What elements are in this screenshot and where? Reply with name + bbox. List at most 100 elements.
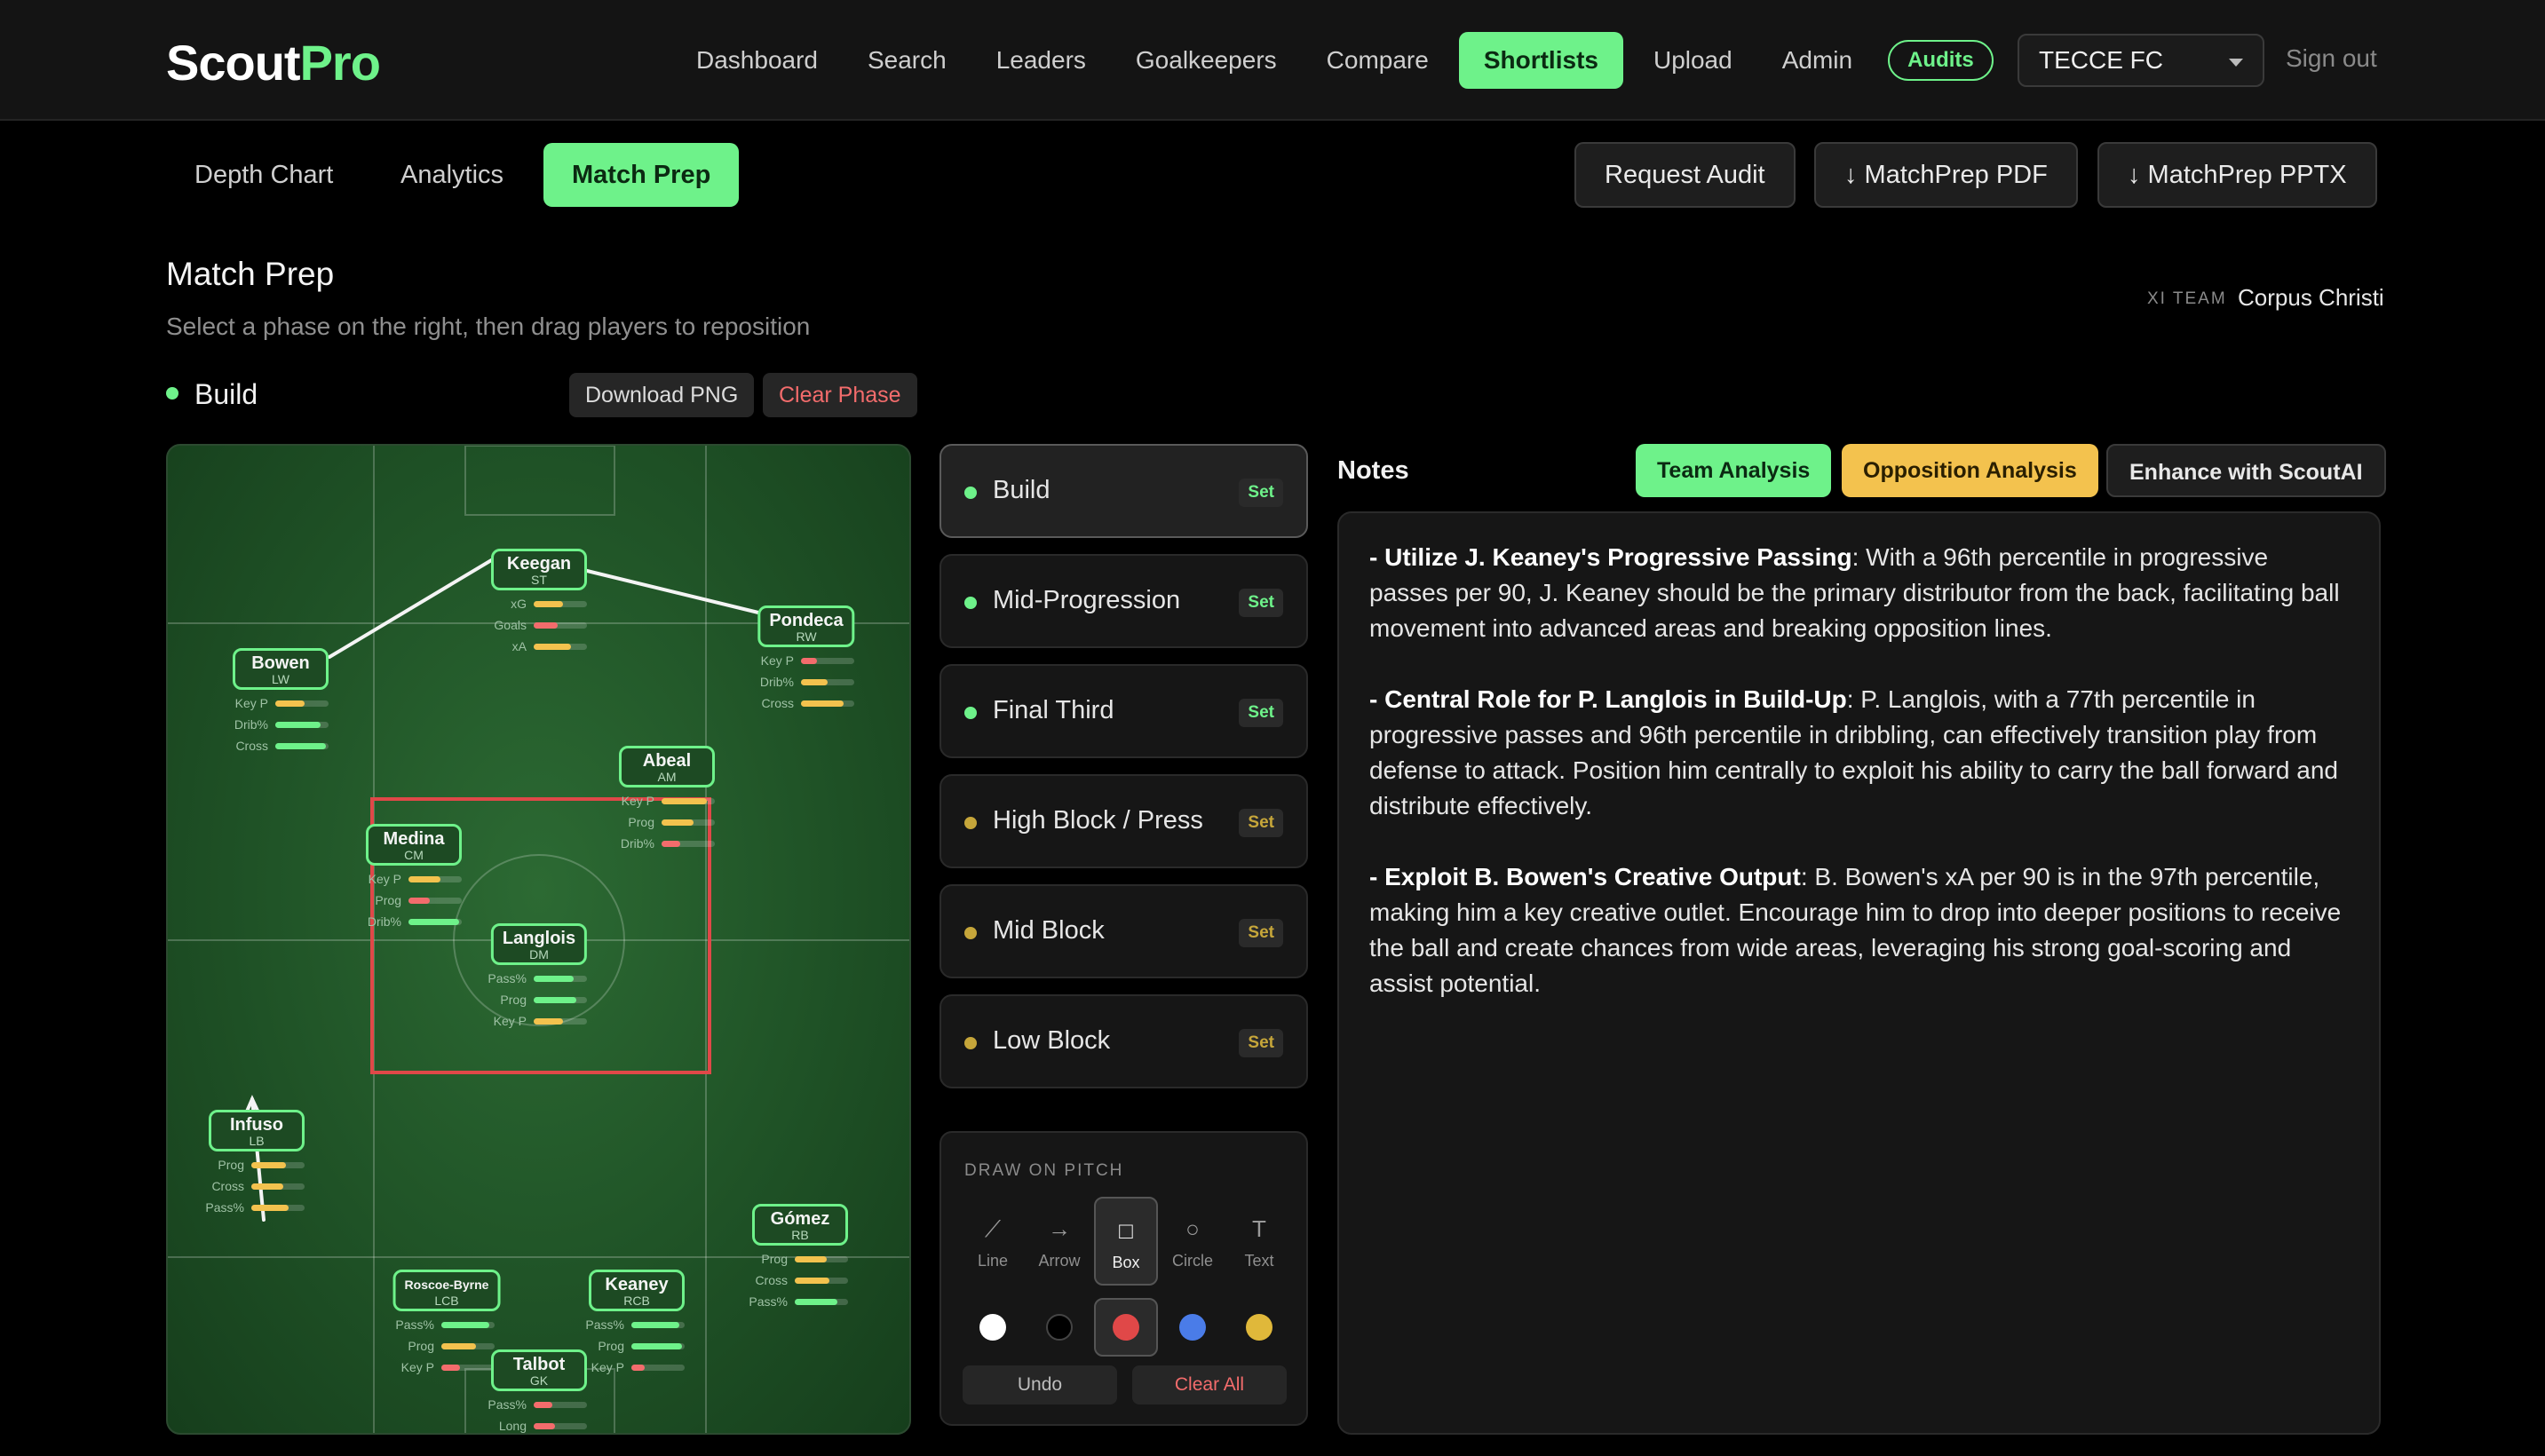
stat-label: Pass% — [488, 971, 527, 985]
player-marker[interactable]: Pondeca RW — [757, 605, 855, 647]
color-swatch[interactable] — [1227, 1298, 1291, 1357]
matchprep-pdf-button[interactable]: ↓ MatchPrep PDF — [1814, 142, 2078, 208]
nav-admin[interactable]: Admin — [1757, 32, 1877, 89]
download-png-button[interactable]: Download PNG — [569, 373, 755, 417]
phase-card-mid-progression[interactable]: Mid-Progression Set — [940, 554, 1308, 648]
tactics-pitch[interactable]: Keegan ST xG Goals xA Pondeca RW Key P Drib% Cros… — [166, 444, 911, 1435]
color-swatch-dot — [1046, 1314, 1073, 1341]
player-marker[interactable]: Langlois DM — [490, 923, 588, 965]
phase-card-build[interactable]: Build Set — [940, 444, 1308, 538]
player-marker[interactable]: Roscoe-Byrne LCB — [392, 1270, 501, 1311]
page-title: Match Prep — [166, 256, 335, 292]
stat-label: Pass% — [395, 1318, 434, 1332]
stat-row: Key P — [744, 650, 868, 671]
stat-row: Cross — [218, 735, 343, 756]
stat-label: Long — [498, 1419, 527, 1433]
stat-row: Key P — [385, 1357, 509, 1378]
team-select[interactable]: TECCE FC — [2018, 34, 2264, 87]
clear-all-button[interactable]: Clear All — [1132, 1365, 1287, 1405]
stat-row: Pass% — [194, 1197, 319, 1218]
nav-leaders[interactable]: Leaders — [971, 32, 1111, 89]
chevron-down-icon — [2229, 59, 2243, 67]
matchprep-pptx-button[interactable]: ↓ MatchPrep PPTX — [2097, 142, 2377, 208]
tab-depth-chart[interactable]: Depth Chart — [166, 143, 361, 207]
player-position: GK — [529, 1373, 549, 1388]
stat-row: Pass% — [385, 1314, 509, 1335]
phase-status-badge: Set — [1239, 479, 1283, 507]
player-name: Gómez — [770, 1209, 830, 1229]
draw-tool-circle[interactable]: ○ Circle — [1161, 1197, 1225, 1286]
draw-tool-line[interactable]: ⟋ Line — [961, 1197, 1025, 1286]
request-audit-button[interactable]: Request Audit — [1574, 142, 1796, 208]
player-name: Langlois — [502, 929, 576, 948]
nav-goalkeepers[interactable]: Goalkeepers — [1111, 32, 1302, 89]
nav-search[interactable]: Search — [843, 32, 971, 89]
stat-row: Long — [477, 1415, 601, 1433]
phase-dot — [964, 817, 977, 829]
player-position: RCB — [623, 1294, 650, 1308]
stat-bar-fill — [251, 1161, 286, 1168]
draw-tool-arrow[interactable]: → Arrow — [1027, 1197, 1091, 1286]
stat-bar-fill — [441, 1321, 489, 1328]
phase-card-low-block[interactable]: Low Block Set — [940, 994, 1308, 1088]
phase-status-badge: Set — [1239, 699, 1283, 727]
nav-upload[interactable]: Upload — [1629, 32, 1757, 89]
stat-bar — [251, 1183, 305, 1190]
player-marker[interactable]: Bowen LW — [233, 648, 329, 690]
player-position: RB — [791, 1228, 809, 1242]
draw-tool-text[interactable]: T Text — [1227, 1197, 1291, 1286]
stat-row: Pass% — [477, 968, 601, 989]
box-icon: □ — [1119, 1217, 1133, 1244]
stat-label: Key P — [234, 696, 268, 710]
player-marker[interactable]: Infuso LB — [209, 1110, 305, 1151]
stat-row: Drib% — [352, 911, 476, 932]
stat-bar-fill — [275, 700, 305, 707]
stat-label: xA — [511, 639, 527, 653]
stat-bar-fill — [275, 742, 326, 749]
player-marker[interactable]: Medina CM — [366, 824, 462, 866]
nav-dashboard[interactable]: Dashboard — [671, 32, 843, 89]
player-stats: Pass% Prog Key P — [385, 1314, 509, 1378]
notes-label: Notes — [1337, 456, 1409, 485]
stat-row: xG — [477, 593, 601, 614]
color-swatch[interactable] — [961, 1298, 1025, 1357]
notes-editor[interactable]: - Utilize J. Keaney's Progressive Passin… — [1337, 511, 2381, 1435]
nav-shortlists[interactable]: Shortlists — [1458, 32, 1623, 89]
player-marker[interactable]: Gómez RB — [752, 1204, 848, 1246]
player-marker[interactable]: Keegan ST — [491, 549, 587, 590]
drawn-line-2 — [582, 568, 760, 614]
draw-panel: DRAW ON PITCH ⟋ Line → Arrow □ Box ○ Circle T Tex… — [940, 1131, 1308, 1426]
phase-card-high-block-press[interactable]: High Block / Press Set — [940, 774, 1308, 868]
nav-compare[interactable]: Compare — [1302, 32, 1454, 89]
undo-button[interactable]: Undo — [963, 1365, 1117, 1405]
draw-tool-box[interactable]: □ Box — [1094, 1197, 1158, 1286]
stat-label: Drib% — [759, 675, 794, 689]
nav-audits[interactable]: Audits — [1888, 40, 1994, 81]
stat-bar-fill — [534, 1422, 555, 1429]
player-marker[interactable]: Abeal AM — [619, 746, 715, 787]
opposition-analysis-button[interactable]: Opposition Analysis — [1842, 444, 2098, 497]
stat-label: Pass% — [749, 1294, 788, 1309]
player-marker[interactable]: Talbot GK — [491, 1349, 587, 1391]
tab-analytics[interactable]: Analytics — [372, 143, 532, 207]
stat-bar — [441, 1342, 495, 1349]
stat-label: Pass% — [488, 1397, 527, 1412]
phase-card-final-third[interactable]: Final Third Set — [940, 664, 1308, 758]
team-analysis-button[interactable]: Team Analysis — [1636, 444, 1832, 497]
color-swatch[interactable] — [1094, 1298, 1158, 1357]
phase-dot — [964, 707, 977, 719]
enhance-scoutai-button[interactable]: Enhance with ScoutAI — [2106, 444, 2386, 497]
stat-row: Prog — [194, 1154, 319, 1175]
player-marker[interactable]: Keaney RCB — [589, 1270, 685, 1311]
stat-bar-fill — [795, 1255, 827, 1262]
clear-phase-button[interactable]: Clear Phase — [763, 373, 917, 417]
phase-card-mid-block[interactable]: Mid Block Set — [940, 884, 1308, 978]
sign-out-link[interactable]: Sign out — [2286, 44, 2377, 73]
color-swatch-dot — [1246, 1314, 1272, 1341]
stat-row: Prog — [385, 1335, 509, 1357]
color-swatch[interactable] — [1161, 1298, 1225, 1357]
app-logo[interactable]: ScoutPro — [166, 34, 381, 91]
tab-match-prep[interactable]: Match Prep — [543, 143, 740, 207]
color-swatch[interactable] — [1027, 1298, 1091, 1357]
phase-dot — [964, 487, 977, 499]
